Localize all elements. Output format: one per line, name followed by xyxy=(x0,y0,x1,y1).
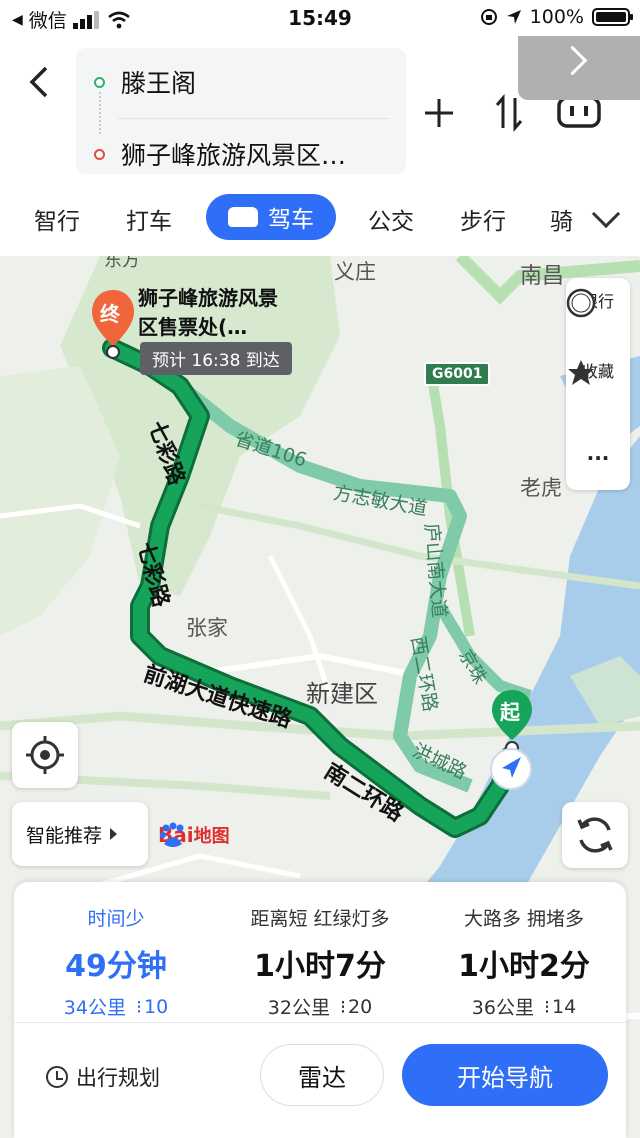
route-option-3[interactable]: 大路多 拥堵多 1小时2分 36公里 ⁝ 14 xyxy=(424,882,624,1022)
place-label: 南昌 xyxy=(520,264,565,289)
tab-drive[interactable]: 驾车 xyxy=(206,194,336,240)
orientation-lock-icon xyxy=(480,9,497,25)
trip-plan-label: 出行规划 xyxy=(76,1066,160,1090)
place-label: 张家 xyxy=(186,616,228,640)
current-location-icon xyxy=(490,748,532,790)
chevron-down-icon[interactable] xyxy=(591,199,621,229)
start-point-label: 滕王阁 xyxy=(121,69,197,98)
tab-smart[interactable]: 智行 xyxy=(34,202,80,236)
swap-route-icon[interactable] xyxy=(494,94,524,132)
tab-ride[interactable]: 骑 xyxy=(550,202,573,236)
end-point-label: 狮子峰旅游风景区… xyxy=(121,141,347,170)
route-meta: 36公里 ⁝ 14 xyxy=(424,993,624,1020)
place-label: 东方 xyxy=(104,256,140,271)
route-tag: 时间少 xyxy=(87,908,145,930)
status-bar: ◀ 微信 15:49 100% xyxy=(0,0,640,36)
restrict-icon xyxy=(566,288,596,318)
map-side-panel: 限行 收藏 ··· xyxy=(566,278,630,490)
route-lights: 20 xyxy=(348,995,373,1018)
car-icon xyxy=(228,207,258,227)
place-label: 老虎 xyxy=(520,476,562,500)
tab-drive-label: 驾车 xyxy=(268,207,314,233)
more-button[interactable]: ··· xyxy=(566,446,630,470)
restrict-button[interactable]: 限行 xyxy=(566,288,630,318)
route-header: 滕王阁 狮子峰旅游风景区… 智行 打车 驾车 公交 步行 骑 xyxy=(0,36,640,256)
traffic-light-icon: ⁝ xyxy=(543,995,551,1018)
tab-taxi[interactable]: 打车 xyxy=(126,202,172,236)
paw-icon xyxy=(160,822,184,847)
route-meta: 34公里 ⁝ 10 xyxy=(16,993,216,1020)
route-tag: 大路多 拥堵多 xyxy=(463,908,585,930)
start-marker-label: 起 xyxy=(500,700,520,724)
route-meta: 32公里 ⁝ 20 xyxy=(220,993,420,1020)
refresh-button[interactable] xyxy=(562,802,628,868)
location-arrow-icon xyxy=(506,10,521,24)
route-lights: 14 xyxy=(552,995,577,1018)
route-duration: 1小时2分 xyxy=(458,949,590,984)
baidu-logo: Bai 地图 xyxy=(158,822,230,848)
route-tag: 距离短 红绿灯多 xyxy=(250,908,390,930)
route-duration: 1小时7分 xyxy=(254,949,386,984)
crosshair-icon xyxy=(26,736,64,774)
traffic-light-icon: ⁝ xyxy=(135,995,143,1018)
place-label: 义庄 xyxy=(334,260,376,284)
route-option-1[interactable]: 时间少 49分钟 34公里 ⁝ 10 xyxy=(16,882,216,1022)
smart-recommend-button[interactable]: 智能推荐 xyxy=(12,802,148,866)
forward-overlay-button[interactable] xyxy=(518,36,640,100)
route-duration: 49分钟 xyxy=(65,949,167,984)
trip-plan-button[interactable]: 出行规划 xyxy=(46,1062,160,1092)
highway-shield: G6001 xyxy=(424,362,491,386)
route-distance: 32公里 xyxy=(267,997,330,1019)
smart-recommend-label: 智能推荐 xyxy=(26,824,103,847)
end-point-row[interactable]: 狮子峰旅游风景区… xyxy=(94,136,346,172)
clock-icon xyxy=(46,1066,68,1088)
travel-mode-tabs: 智行 打车 驾车 公交 步行 骑 xyxy=(0,194,640,244)
route-option-2[interactable]: 距离短 红绿灯多 1小时7分 32公里 ⁝ 20 xyxy=(220,882,420,1022)
route-lights: 10 xyxy=(144,995,169,1018)
divider xyxy=(14,1022,626,1023)
status-right: 100% xyxy=(480,6,633,28)
tab-walk[interactable]: 步行 xyxy=(460,202,506,236)
back-arrow-icon[interactable] xyxy=(24,62,54,102)
destination-marker-label: 终 xyxy=(100,302,120,326)
divider xyxy=(118,118,390,119)
destination-label[interactable]: 狮子峰旅游风景区售票处(… xyxy=(138,284,288,342)
start-dot-icon xyxy=(94,76,105,88)
locate-button[interactable] xyxy=(12,722,78,788)
district-label: 新建区 xyxy=(306,680,378,708)
start-point-row[interactable]: 滕王阁 xyxy=(94,64,196,100)
route-distance: 36公里 xyxy=(471,997,534,1019)
tab-transit[interactable]: 公交 xyxy=(368,202,414,236)
add-waypoint-icon[interactable] xyxy=(422,96,456,130)
route-input-box: 滕王阁 狮子峰旅游风景区… xyxy=(76,48,406,174)
favorite-button[interactable]: 收藏 xyxy=(566,358,630,385)
start-navigation-button[interactable]: 开始导航 xyxy=(402,1044,608,1106)
end-dot-icon xyxy=(94,148,105,160)
battery-percent: 100% xyxy=(529,6,584,28)
route-distance: 34公里 xyxy=(63,997,126,1019)
traffic-light-icon: ⁝ xyxy=(339,995,347,1018)
route-connector xyxy=(99,92,101,134)
radar-button[interactable]: 雷达 xyxy=(260,1044,384,1106)
star-icon xyxy=(568,360,594,385)
refresh-icon xyxy=(577,817,613,853)
battery-icon xyxy=(592,8,633,26)
eta-tag: 预计 16:38 到达 xyxy=(140,342,292,375)
caret-right-icon xyxy=(110,828,118,840)
route-options-sheet: 时间少 49分钟 34公里 ⁝ 10 距离短 红绿灯多 1小时7分 32公里 ⁝ 2… xyxy=(14,882,626,1138)
